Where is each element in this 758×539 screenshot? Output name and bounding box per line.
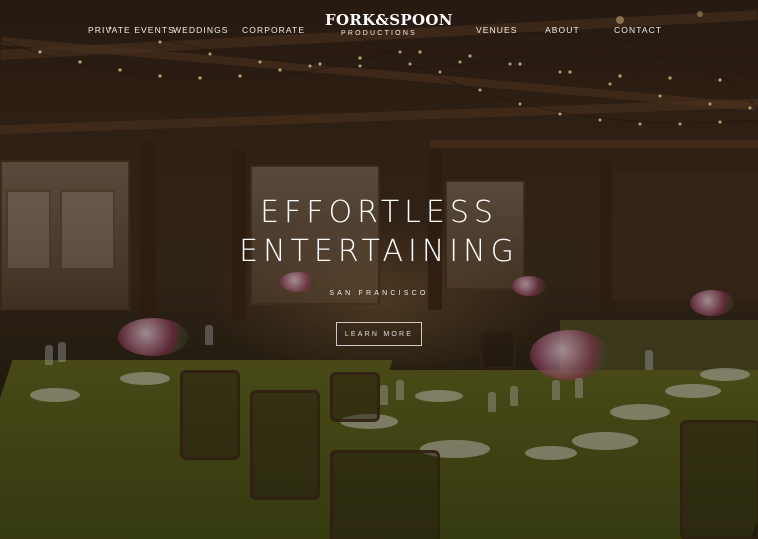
- hero-headline-line2: ENTERTAINING: [239, 234, 519, 269]
- nav-about[interactable]: ABOUT: [545, 25, 580, 35]
- nav-corporate[interactable]: CORPORATE: [242, 25, 305, 35]
- hero-location: SAN FRANCISCO: [329, 290, 429, 297]
- logo-wordmark: FORK&SPOON: [325, 11, 453, 29]
- nav-contact[interactable]: CONTACT: [614, 25, 662, 35]
- logo-subtitle: PRODUCTIONS: [341, 30, 417, 37]
- nav-private-events[interactable]: PRIVATE EVENTS: [88, 25, 175, 35]
- nav-weddings[interactable]: WEDDINGS: [173, 25, 229, 35]
- nav-venues[interactable]: VENUES: [476, 25, 518, 35]
- dark-overlay: [0, 0, 758, 539]
- hero-background-image: [0, 0, 758, 539]
- site-logo[interactable]: FORK&SPOON PRODUCTIONS: [325, 11, 453, 39]
- learn-more-button[interactable]: LEARN MORE: [336, 322, 422, 346]
- hero-headline-line1: EFFORTLESS: [260, 195, 498, 230]
